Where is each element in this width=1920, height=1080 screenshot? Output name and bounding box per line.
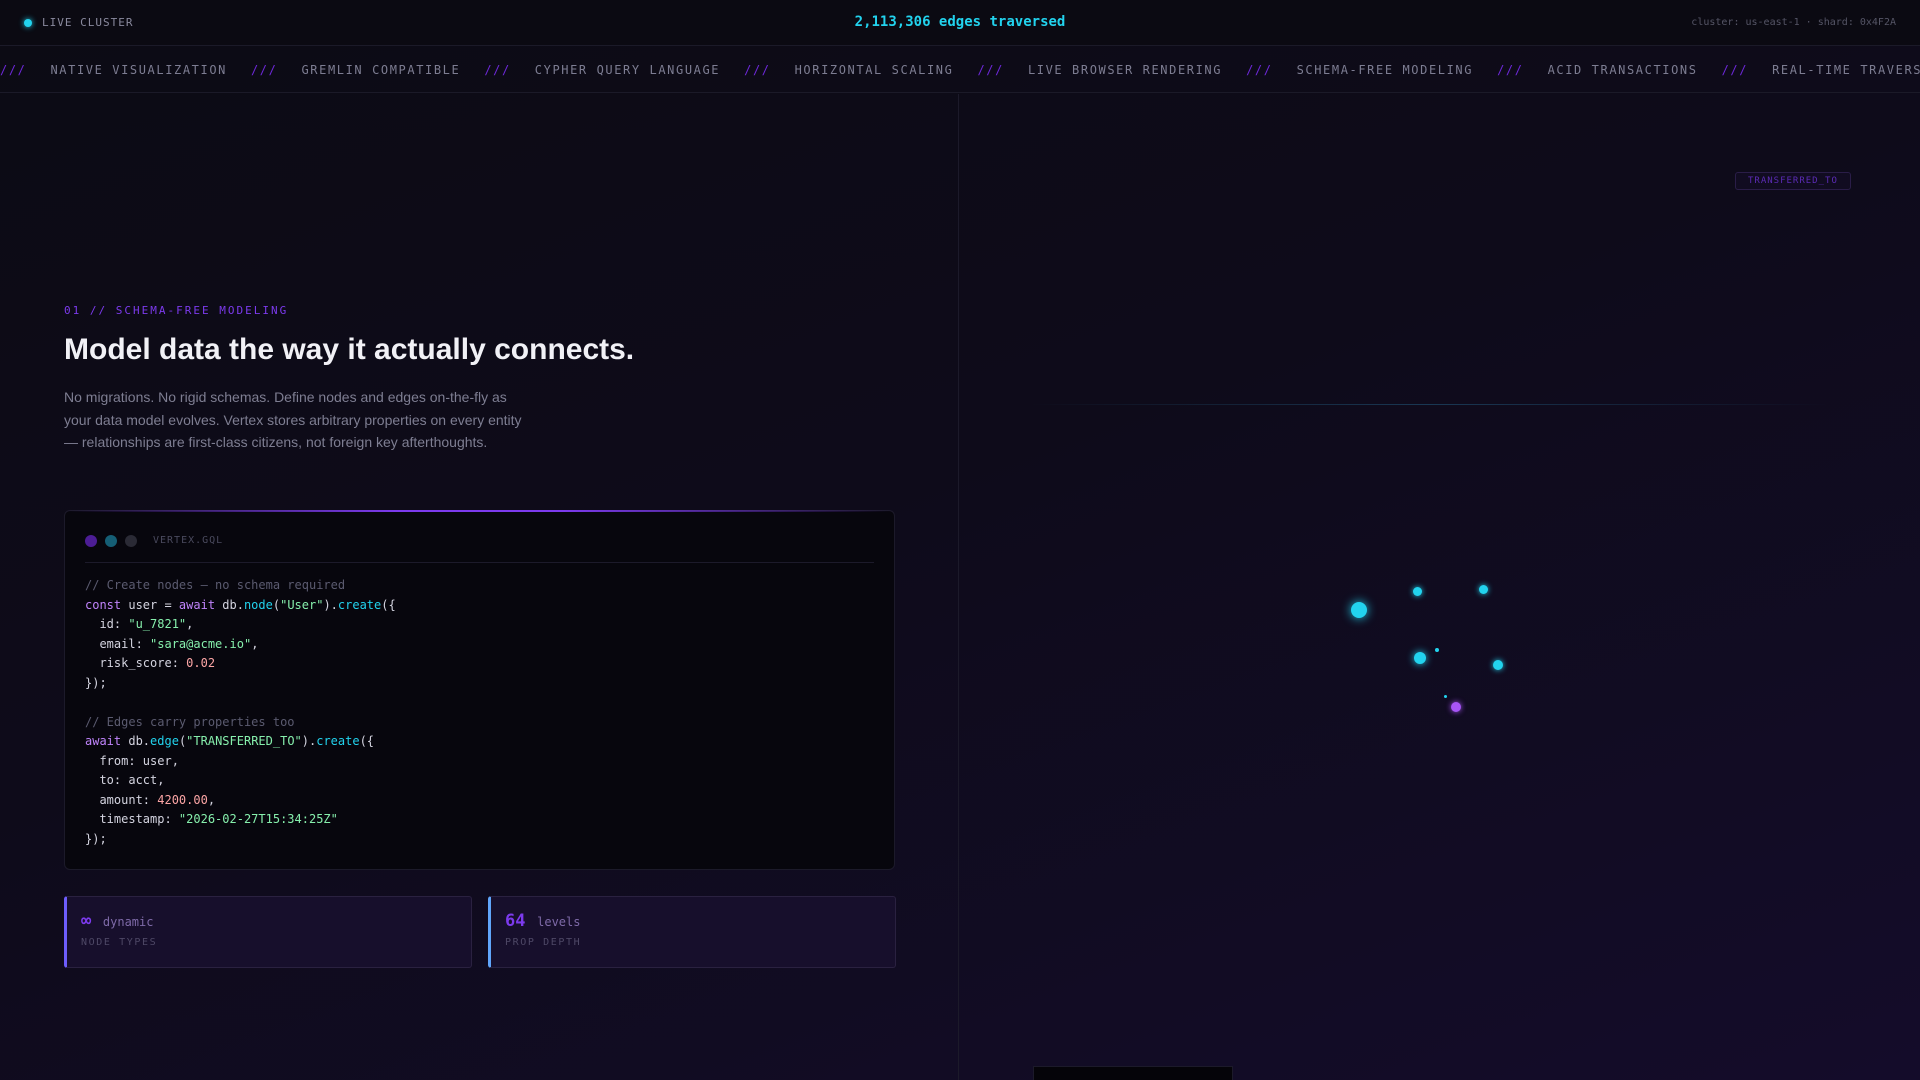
section-headline: Model data the way it actually connects.	[64, 333, 635, 366]
window-dot-icon	[125, 534, 137, 547]
stat-value: ∞	[81, 911, 92, 931]
ticker-separator: ///	[250, 62, 278, 77]
stat-label: PROP DEPTH	[505, 937, 582, 948]
stat-unit: dynamic	[102, 915, 154, 929]
live-cluster-indicator: LIVE CLUSTER	[24, 16, 133, 29]
graph-node[interactable]	[1444, 695, 1447, 698]
code-block: // Create nodes — no schema required con…	[85, 578, 396, 846]
section-eyebrow: 01 // SCHEMA-FREE MODELING	[64, 304, 289, 317]
ticker-item: ACID TRANSACTIONS	[1547, 62, 1698, 77]
stat-card-prop-depth: 64 levels PROP DEPTH	[488, 896, 896, 968]
section-body: No migrations. No rigid schemas. Define …	[64, 389, 522, 450]
ticker-item: SCHEMA-FREE MODELING	[1296, 62, 1474, 77]
stat-card-node-types: ∞ dynamic NODE TYPES	[64, 896, 472, 968]
ticker-separator: ///	[484, 62, 511, 77]
code-card-header: VERTEX.GQL	[85, 529, 874, 563]
ticker-separator: ///	[977, 62, 1004, 77]
live-cluster-label: LIVE CLUSTER	[42, 16, 134, 29]
ticker-separator: ///	[1721, 62, 1749, 77]
stat-label: NODE TYPES	[81, 937, 158, 948]
ticker-item: GREMLIN COMPATIBLE	[301, 62, 461, 77]
scan-line	[1029, 404, 1829, 405]
graph-visualization[interactable]: TRANSFERRED_TO	[959, 94, 1920, 1080]
feature-ticker: /// NATIVE VISUALIZATION /// GREMLIN COM…	[0, 47, 1920, 93]
ticker-item: LIVE BROWSER RENDERING	[1027, 62, 1223, 77]
code-sample-card: VERTEX.GQL // Create nodes — no schema r…	[64, 510, 895, 870]
ticker-item: HORIZONTAL SCALING	[794, 62, 954, 77]
window-dot-icon	[105, 534, 117, 547]
edge-label-badge: TRANSFERRED_TO	[1735, 172, 1851, 190]
ticker-separator: ///	[1246, 62, 1273, 77]
graph-node[interactable]	[1413, 587, 1422, 596]
top-bar: LIVE CLUSTER cluster: us-east-1 · shard:…	[0, 0, 1920, 46]
graph-node[interactable]	[1414, 652, 1426, 664]
code-filename: VERTEX.GQL	[153, 535, 224, 546]
graph-node[interactable]	[1435, 648, 1439, 652]
window-dot-icon	[85, 534, 97, 547]
stat-unit: levels	[537, 915, 581, 929]
live-status-dot-icon	[24, 18, 32, 27]
graph-node[interactable]	[1479, 585, 1488, 594]
ticker-item: REAL-TIME TRAVERSAL	[1772, 62, 1920, 77]
ticker-item: CYPHER QUERY LANGUAGE	[534, 62, 721, 77]
ticker-item: NATIVE VISUALIZATION	[50, 62, 227, 77]
ticker-separator: ///	[1497, 62, 1524, 77]
stat-value: 64	[505, 911, 526, 931]
cluster-info: cluster: us-east-1 · shard: 0x4F2A	[1691, 17, 1896, 28]
graph-node[interactable]	[1451, 702, 1461, 712]
graph-controls-bar[interactable]	[1033, 1066, 1233, 1080]
ticker-separator: ///	[744, 62, 771, 77]
graph-node[interactable]	[1493, 660, 1503, 670]
graph-node[interactable]	[1351, 602, 1367, 618]
ticker-separator: ///	[0, 62, 27, 77]
